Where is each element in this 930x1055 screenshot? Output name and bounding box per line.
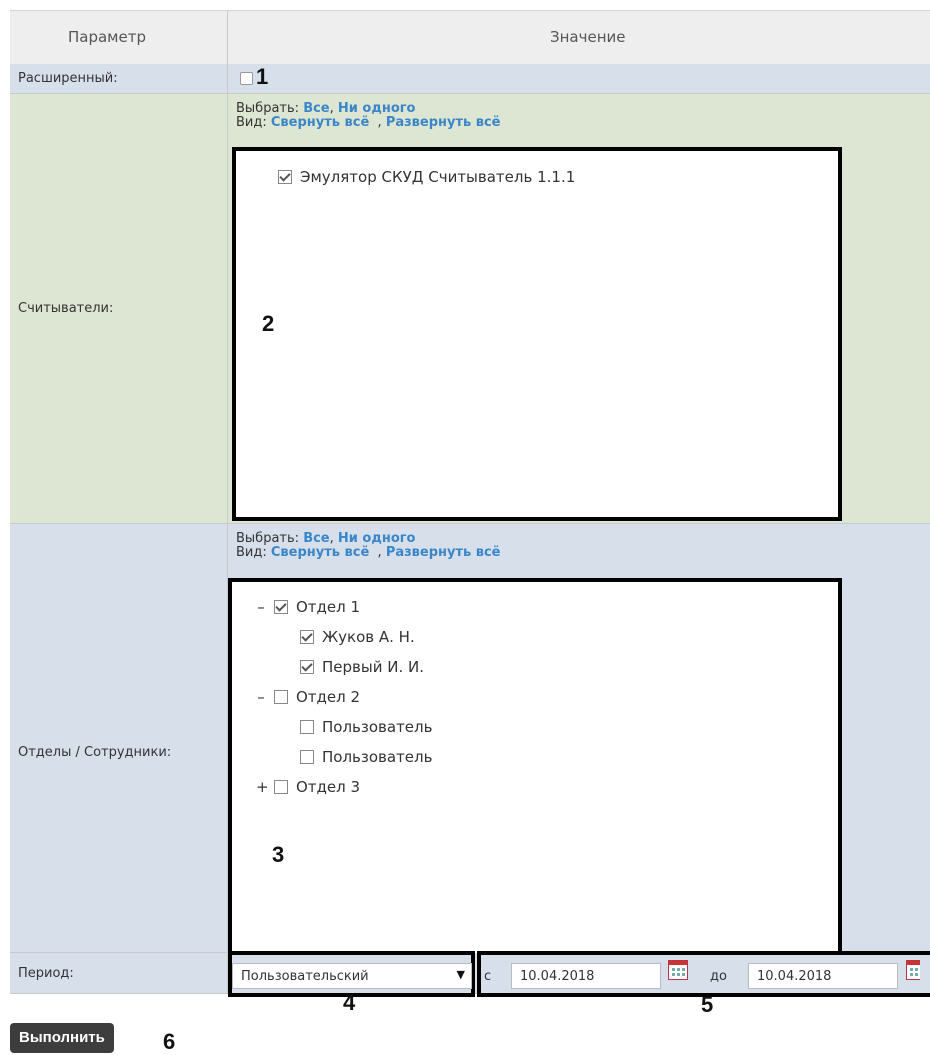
callout-4: 4 <box>343 990 356 1015</box>
header-param-label: Параметр <box>68 28 146 46</box>
tree-node-label: Жуков А. Н. <box>322 628 415 646</box>
tree-node-label: Пользователь <box>322 718 433 736</box>
value-cell-readers: Выбрать: Все, Ни одного Вид: Свернуть вс… <box>228 94 930 523</box>
period-label: Период: <box>18 966 74 981</box>
tree-node-checkbox[interactable] <box>274 780 288 794</box>
collapse-toggle-icon[interactable]: – <box>256 598 266 616</box>
departments-label: Отделы / Сотрудники: <box>18 745 172 760</box>
tree-node-employee[interactable]: Пользователь <box>300 718 432 736</box>
callout-6: 6 <box>163 1029 176 1054</box>
extended-checkbox[interactable] <box>240 72 253 85</box>
readers-view-controls: Вид: Свернуть всё , Развернуть всё <box>236 115 501 130</box>
header-param-cell: Параметр <box>10 11 228 64</box>
row-period: Период: Пользовательский ▼ с 10.04.2018 … <box>10 951 930 997</box>
tree-node-checkbox[interactable] <box>300 750 314 764</box>
callout-5: 5 <box>701 992 714 1017</box>
tree-node-department[interactable]: + Отдел 3 <box>256 778 360 796</box>
readers-expand-all-link[interactable]: Развернуть всё <box>386 115 501 130</box>
tree-node-employee[interactable]: Первый И. И. <box>300 658 424 676</box>
calendar-icon[interactable] <box>906 960 920 980</box>
readers-view-prefix: Вид: <box>236 115 267 130</box>
departments-select-none-link[interactable]: Ни одного <box>338 531 416 546</box>
tree-node-employee[interactable]: Жуков А. Н. <box>300 628 415 646</box>
readers-collapse-all-link[interactable]: Свернуть всё <box>271 115 369 130</box>
departments-select-all-link[interactable]: Все <box>303 531 329 546</box>
period-to-label: до <box>710 969 727 984</box>
tree-node-employee[interactable]: Пользователь <box>300 748 432 766</box>
collapse-toggle-icon[interactable]: – <box>256 688 266 706</box>
readers-select-all-link[interactable]: Все <box>303 101 329 116</box>
value-cell-departments: Выбрать: Все, Ни одного Вид: Свернуть вс… <box>228 524 930 958</box>
readers-select-prefix: Выбрать: <box>236 101 300 116</box>
callout-2: 2 <box>262 311 275 336</box>
departments-view-controls: Вид: Свернуть всё , Развернуть всё <box>236 545 501 560</box>
param-cell-period: Период: <box>10 953 228 993</box>
reader-item-checkbox[interactable] <box>278 170 292 184</box>
period-to-date-input[interactable]: 10.04.2018 <box>748 963 898 989</box>
expand-toggle-icon[interactable]: + <box>256 778 269 796</box>
calendar-icon[interactable] <box>668 960 688 980</box>
departments-collapse-all-link[interactable]: Свернуть всё <box>271 545 369 560</box>
departments-select-controls: Выбрать: Все, Ни одного <box>236 531 416 546</box>
readers-select-controls: Выбрать: Все, Ни одного <box>236 101 416 116</box>
reader-item-label: Эмулятор СКУД Считыватель 1.1.1 <box>300 168 576 186</box>
tree-node-label: Пользователь <box>322 748 433 766</box>
reader-item[interactable]: Эмулятор СКУД Считыватель 1.1.1 <box>278 168 575 186</box>
departments-expand-all-link[interactable]: Развернуть всё <box>386 545 501 560</box>
period-select-value: Пользовательский <box>241 969 369 984</box>
tree-node-checkbox[interactable] <box>300 720 314 734</box>
row-readers: Считыватели: Выбрать: Все, Ни одного Вид… <box>10 94 930 524</box>
tree-node-department[interactable]: – Отдел 1 <box>256 598 360 616</box>
readers-tree-box: Эмулятор СКУД Считыватель 1.1.1 <box>232 147 842 521</box>
run-button[interactable]: Выполнить <box>10 1023 114 1053</box>
tree-node-checkbox[interactable] <box>300 660 314 674</box>
departments-view-prefix: Вид: <box>236 545 267 560</box>
header-value-label: Значение <box>550 28 626 46</box>
param-cell-extended: Расширенный: <box>10 64 228 93</box>
readers-label: Считыватели: <box>18 301 114 316</box>
tree-node-label: Отдел 1 <box>296 598 361 616</box>
param-cell-departments: Отделы / Сотрудники: <box>10 524 228 952</box>
period-from-date-input[interactable]: 10.04.2018 <box>511 963 661 989</box>
tree-node-checkbox[interactable] <box>300 630 314 644</box>
value-cell-period: Пользовательский ▼ с 10.04.2018 до 10.04… <box>228 951 930 997</box>
row-extended: Расширенный: 1 <box>10 64 930 94</box>
tree-node-label: Первый И. И. <box>322 658 424 676</box>
header-value-cell: Значение <box>228 11 930 64</box>
row-departments: Отделы / Сотрудники: Выбрать: Все, Ни од… <box>10 524 930 958</box>
period-from-label: с <box>484 969 492 984</box>
callout-3: 3 <box>272 842 285 867</box>
dropdown-arrow-icon: ▼ <box>456 968 465 981</box>
param-cell-readers: Считыватели: <box>10 94 228 523</box>
departments-select-prefix: Выбрать: <box>236 531 300 546</box>
departments-tree-box: – Отдел 1 Жуков А. Н. Первый И. И. – Отд… <box>228 578 842 958</box>
tree-node-checkbox[interactable] <box>274 690 288 704</box>
table-header: Параметр Значение <box>10 10 930 65</box>
readers-select-none-link[interactable]: Ни одного <box>338 101 416 116</box>
tree-node-label: Отдел 3 <box>296 778 361 796</box>
tree-node-department[interactable]: – Отдел 2 <box>256 688 360 706</box>
callout-1: 1 <box>256 64 269 89</box>
period-select[interactable]: Пользовательский ▼ <box>232 963 472 989</box>
tree-node-checkbox[interactable] <box>274 600 288 614</box>
value-cell-extended: 1 <box>228 64 930 93</box>
tree-node-label: Отдел 2 <box>296 688 361 706</box>
extended-label: Расширенный: <box>18 71 118 86</box>
